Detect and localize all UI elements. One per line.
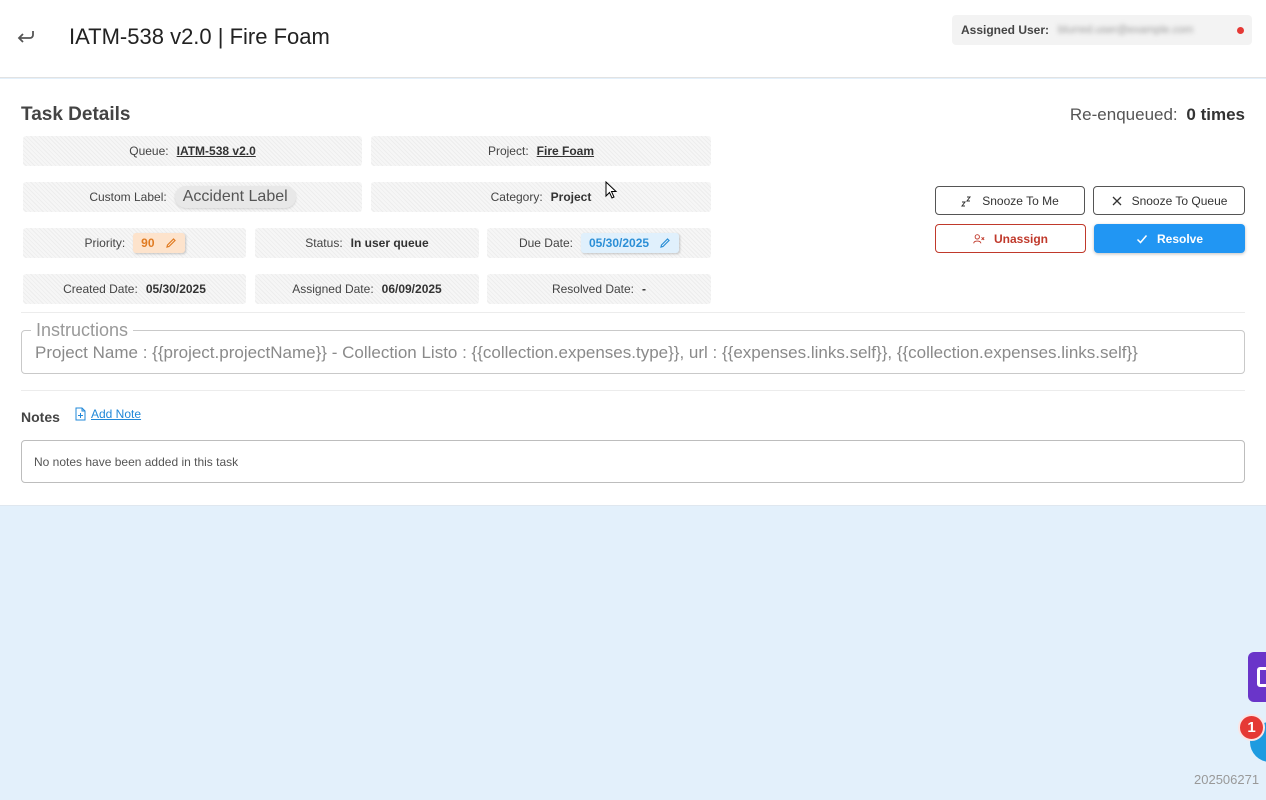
presence-dot-icon [1237, 26, 1245, 34]
notes-title: Notes [21, 409, 60, 425]
widget-icon [1257, 667, 1266, 687]
custom-label-label: Custom Label: [89, 190, 167, 204]
add-file-icon [75, 407, 86, 421]
resolved-date-value: - [642, 282, 647, 296]
priority-badge[interactable]: 90 [133, 233, 185, 253]
assigned-date-value: 06/09/2025 [381, 282, 442, 296]
created-date-field: Created Date: 05/30/2025 [23, 274, 246, 304]
mouse-cursor-icon [605, 181, 618, 199]
created-date-value: 05/30/2025 [145, 282, 206, 296]
project-label: Project: [487, 144, 529, 158]
resolve-button[interactable]: Resolve [1094, 224, 1245, 253]
notes-empty-text: No notes have been added in this task [34, 455, 239, 469]
assigned-date-label: Assigned Date: [292, 282, 374, 296]
status-value: In user queue [350, 236, 429, 250]
page-title: IATM-538 v2.0 | Fire Foam [69, 24, 330, 49]
close-icon [1112, 196, 1122, 205]
resolved-date-label: Resolved Date: [551, 282, 635, 296]
custom-label-field: Custom Label: Accident Label [23, 182, 362, 212]
notes-list: No notes have been added in this task [21, 440, 1245, 483]
unassign-button[interactable]: Unassign [935, 224, 1086, 253]
snooze-to-me-label: Snooze To Me [982, 193, 1059, 208]
priority-label: Priority: [84, 236, 126, 250]
section-title: Task Details [21, 104, 131, 125]
reenqueue-count: Re-enqueued: 0 times [1070, 105, 1245, 125]
queue-field: Queue: IATM-538 v2.0 [23, 136, 362, 166]
custom-label-chip[interactable]: Accident Label [174, 186, 296, 208]
user-remove-icon [973, 233, 985, 243]
category-value: Project [550, 190, 592, 204]
check-icon [1136, 234, 1148, 244]
chat-widget-button[interactable] [1248, 652, 1266, 702]
divider [21, 312, 1245, 313]
top-bar: IATM-538 v2.0 | Fire Foam Assigned User:… [0, 0, 1266, 78]
notification-badge: 1 [1238, 714, 1265, 741]
instructions-box: Instructions Project Name : {{project.pr… [21, 320, 1245, 374]
snooze-icon [961, 196, 972, 206]
add-note-button[interactable]: Add Note [74, 407, 141, 421]
category-field: Category: Project [371, 182, 711, 212]
priority-field: Priority: 90 [23, 228, 246, 258]
due-date-value: 05/30/2025 [588, 236, 650, 250]
snooze-to-me-button[interactable]: Snooze To Me [935, 186, 1085, 215]
assigned-user-value: blurred.user@example.com [1058, 24, 1194, 36]
queue-label: Queue: [129, 144, 169, 158]
due-date-label: Due Date: [518, 236, 573, 250]
project-field: Project: Fire Foam [371, 136, 711, 166]
divider [21, 390, 1245, 391]
snooze-to-queue-button[interactable]: Snooze To Queue [1093, 186, 1245, 215]
status-label: Status: [305, 236, 343, 250]
status-field: Status: In user queue [255, 228, 479, 258]
task-details-panel: Task Details Re-enqueued: 0 times Queue:… [0, 79, 1266, 506]
resolved-date-field: Resolved Date: - [487, 274, 711, 304]
back-arrow-icon[interactable] [14, 24, 38, 48]
assigned-user-label: Assigned User: [961, 23, 1050, 37]
queue-link[interactable]: IATM-538 v2.0 [177, 144, 256, 158]
edit-pencil-icon[interactable] [165, 237, 177, 249]
unassign-label: Unassign [993, 231, 1048, 246]
category-label: Category: [490, 190, 543, 204]
reenqueue-label: Re-enqueued: [1069, 105, 1178, 124]
project-link[interactable]: Fire Foam [537, 144, 594, 158]
assigned-date-field: Assigned Date: 06/09/2025 [255, 274, 479, 304]
edit-pencil-icon[interactable] [659, 237, 671, 249]
due-date-field: Due Date: 05/30/2025 [487, 228, 711, 258]
due-date-badge[interactable]: 05/30/2025 [580, 233, 680, 253]
created-date-label: Created Date: [63, 282, 138, 296]
version-label: 202506271 [1194, 772, 1260, 787]
instructions-text: Project Name : {{project.projectName}} -… [35, 343, 1138, 362]
resolve-label: Resolve [1156, 231, 1204, 246]
add-note-label: Add Note [91, 407, 142, 421]
priority-value: 90 [141, 236, 155, 250]
assigned-user: Assigned User: blurred.user@example.com [952, 15, 1252, 45]
reenqueue-value: 0 times [1186, 105, 1245, 124]
instructions-legend: Instructions [31, 320, 134, 341]
snooze-to-queue-label: Snooze To Queue [1131, 193, 1228, 208]
